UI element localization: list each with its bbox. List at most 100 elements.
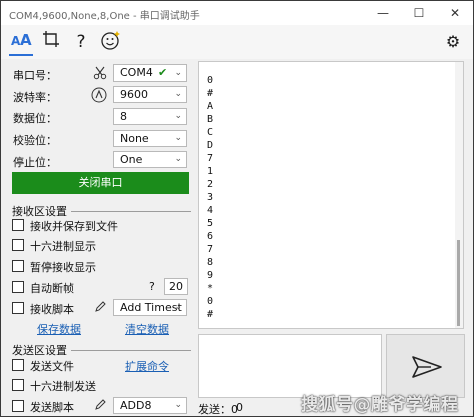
stop-bits-value: One xyxy=(120,153,143,166)
send-script-label: 发送脚本 xyxy=(30,401,74,414)
port-value: COM4 xyxy=(120,66,153,79)
baud-select[interactable]: 9600 ⌄ xyxy=(113,86,187,103)
send-script-value: ADD8 xyxy=(120,399,152,412)
save-to-file-checkbox[interactable] xyxy=(12,219,24,231)
script-edit-icon[interactable] xyxy=(94,301,108,315)
send-script-select[interactable]: ADD8 ⌄ xyxy=(113,397,187,414)
receive-script-value: Add Timest xyxy=(120,301,182,314)
send-button[interactable] xyxy=(386,334,465,398)
port-select[interactable]: COM4 ✔ ⌄ xyxy=(113,64,187,82)
smiley-icon[interactable] xyxy=(99,30,123,54)
receive-settings-divider xyxy=(71,211,191,212)
stop-bits-select[interactable]: One ⌄ xyxy=(113,151,187,168)
receive-line: 1 xyxy=(207,166,214,177)
chevron-down-icon: ⌄ xyxy=(174,133,182,143)
window-title: COM4,9600,None,8,One - 串口调试助手 xyxy=(9,11,200,22)
font-size-icon-svg: A A xyxy=(11,31,32,49)
receive-line: 7 xyxy=(207,153,214,164)
scissors-icon-svg xyxy=(93,66,107,80)
receive-line: 2 xyxy=(207,179,214,190)
watermark: 搜狐号@雕爷学编程 xyxy=(301,395,459,415)
send-settings-title: 发送区设置 xyxy=(12,344,67,357)
hex-display-checkbox[interactable] xyxy=(12,239,24,251)
receive-line: 0 xyxy=(207,75,214,86)
parity-select[interactable]: None ⌄ xyxy=(113,130,187,147)
scissors-icon[interactable] xyxy=(93,66,107,80)
smiley-icon-svg xyxy=(101,31,120,50)
auto-break-help-icon[interactable]: ? xyxy=(149,280,155,293)
receive-line: # xyxy=(207,309,214,320)
chevron-down-icon: ⌄ xyxy=(174,302,182,312)
minimize-button[interactable]: — xyxy=(365,1,401,25)
save-to-file-label: 接收并保存到文件 xyxy=(30,220,118,233)
receive-line: 6 xyxy=(207,231,214,242)
baud-auto-icon[interactable] xyxy=(91,87,107,103)
receive-line: 9 xyxy=(207,270,214,281)
help-icon[interactable]: ? xyxy=(69,30,93,54)
receive-scrollbar-thumb[interactable] xyxy=(457,240,460,326)
chevron-down-icon: ⌄ xyxy=(174,111,182,121)
font-size-icon[interactable]: A A xyxy=(9,30,33,56)
pause-display-checkbox[interactable] xyxy=(12,260,24,272)
close-port-button[interactable]: 关闭串口 xyxy=(12,172,189,194)
chevron-down-icon: ⌄ xyxy=(174,89,182,99)
maximize-button[interactable]: ☐ xyxy=(401,1,437,25)
receive-line: # xyxy=(207,88,214,99)
receive-count: 0 xyxy=(236,401,243,414)
script-edit-icon-svg xyxy=(95,301,106,312)
receive-line: B xyxy=(207,114,214,125)
receive-line: 7 xyxy=(207,244,214,255)
svg-text:A: A xyxy=(20,31,32,48)
pause-display-label: 暂停接收显示 xyxy=(30,261,96,274)
send-file-label: 发送文件 xyxy=(30,360,74,373)
port-label: 串口号： xyxy=(13,69,57,82)
send-input[interactable] xyxy=(198,334,382,398)
receive-area[interactable]: 0 # A B C D 7 1 2 3 4 5 6 7 8 9 * 0 # xyxy=(198,61,464,329)
receive-line: 0 xyxy=(207,296,214,307)
data-bits-value: 8 xyxy=(120,110,127,123)
receive-line: C xyxy=(207,127,214,138)
auto-break-input[interactable]: 20 xyxy=(164,278,188,295)
send-settings-divider xyxy=(71,350,191,351)
receive-line: * xyxy=(207,283,214,294)
chevron-down-icon: ⌄ xyxy=(174,400,182,410)
parity-label: 校验位： xyxy=(13,134,57,147)
auto-break-checkbox[interactable] xyxy=(12,281,24,293)
receive-line: 5 xyxy=(207,218,214,229)
toolbar: A A ? ⚙ xyxy=(1,25,473,59)
stop-bits-label: 停止位： xyxy=(13,156,57,169)
receive-line: D xyxy=(207,140,214,151)
receive-line: 3 xyxy=(207,192,214,203)
close-button[interactable]: ✕ xyxy=(437,1,473,25)
port-ok-check-icon: ✔ xyxy=(158,66,168,79)
app-window: COM4,9600,None,8,One - 串口调试助手 — ☐ ✕ A A … xyxy=(0,0,474,417)
receive-script-select[interactable]: Add Timest ⌄ xyxy=(113,299,187,316)
data-bits-label: 数据位： xyxy=(13,112,57,125)
receive-settings-title: 接收区设置 xyxy=(12,205,67,218)
receive-text: 0 # A B C D 7 1 2 3 4 5 6 7 8 9 * 0 # xyxy=(207,74,213,321)
send-script-edit-icon-svg xyxy=(95,399,106,410)
baud-label: 波特率： xyxy=(13,91,57,104)
clear-data-link[interactable]: 清空数据 xyxy=(125,321,169,337)
send-file-checkbox[interactable] xyxy=(12,359,24,371)
chevron-down-icon: ⌄ xyxy=(174,154,182,164)
hex-display-label: 十六进制显示 xyxy=(30,240,96,253)
receive-script-checkbox[interactable] xyxy=(12,302,24,314)
save-data-link[interactable]: 保存数据 xyxy=(37,321,81,337)
send-count: 发送：0 xyxy=(198,403,238,416)
crop-icon-svg xyxy=(43,31,59,47)
send-script-edit-icon[interactable] xyxy=(94,399,108,413)
hex-send-label: 十六进制发送 xyxy=(30,380,96,393)
crop-icon[interactable] xyxy=(39,30,63,54)
settings-gear-icon[interactable]: ⚙ xyxy=(441,30,465,54)
expand-command-link[interactable]: 扩展命令 xyxy=(125,358,169,374)
hex-send-checkbox[interactable] xyxy=(12,379,24,391)
title-bar: COM4,9600,None,8,One - 串口调试助手 — ☐ ✕ xyxy=(1,1,473,26)
send-script-checkbox[interactable] xyxy=(12,400,24,412)
receive-script-label: 接收脚本 xyxy=(30,303,74,316)
receive-scrollbar[interactable] xyxy=(455,62,463,328)
chevron-down-icon: ⌄ xyxy=(174,68,182,78)
baud-value: 9600 xyxy=(120,88,148,101)
data-bits-select[interactable]: 8 ⌄ xyxy=(113,108,187,125)
receive-line: 8 xyxy=(207,257,214,268)
